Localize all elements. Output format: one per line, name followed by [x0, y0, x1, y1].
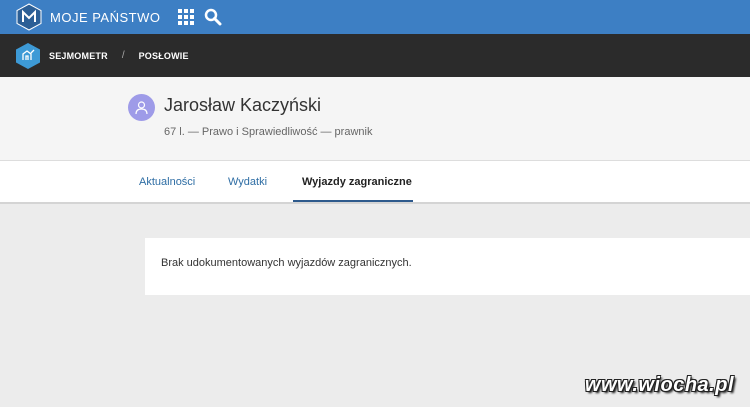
profile-header: Jarosław Kaczyński 67 l. — Prawo i Spraw… — [0, 77, 750, 160]
top-navigation-bar: MOJE PAŃSTWO — [0, 0, 750, 34]
tab-wyjazdy-zagraniczne[interactable]: Wyjazdy zagraniczne — [302, 161, 412, 203]
page-title: Jarosław Kaczyński — [164, 95, 322, 115]
tab-wydatki[interactable]: Wydatki — [228, 161, 267, 203]
sejmometr-logo-icon[interactable] — [15, 42, 41, 70]
empty-state-message: Brak udokumentowanych wyjazdów zagranicz… — [161, 257, 412, 269]
watermark: www.wiocha.pl — [584, 374, 734, 396]
breadcrumb-item-sejmometr[interactable]: SEJMOMETR — [49, 51, 108, 61]
profile-meta: 67 l. — Prawo i Sprawiedliwość — prawnik — [164, 126, 373, 138]
breadcrumb-item-poslowie[interactable]: POSŁOWIE — [139, 51, 189, 61]
apps-grid-icon[interactable] — [178, 9, 195, 25]
active-tab-indicator — [293, 200, 413, 202]
user-icon — [135, 101, 148, 115]
brand-name[interactable]: MOJE PAŃSTWO — [50, 10, 160, 25]
tab-bar: Aktualności Wydatki Wyjazdy zagraniczne — [0, 160, 750, 204]
breadcrumb: SEJMOMETR / POSŁOWIE — [0, 34, 750, 77]
search-icon[interactable] — [204, 8, 222, 26]
logo-m-icon[interactable] — [16, 3, 42, 31]
content-card: Brak udokumentowanych wyjazdów zagranicz… — [145, 238, 750, 295]
tab-aktualnosci[interactable]: Aktualności — [139, 161, 195, 203]
avatar — [128, 94, 155, 121]
breadcrumb-separator: / — [121, 50, 125, 61]
